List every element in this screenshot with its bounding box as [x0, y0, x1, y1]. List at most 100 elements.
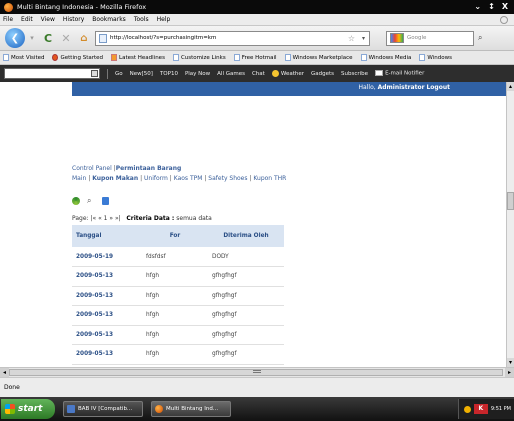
- start-button[interactable]: start: [1, 399, 55, 419]
- bookmarks-toolbar: Most Visited Getting Started Latest Head…: [0, 51, 514, 65]
- forward-dropdown-icon[interactable]: ▾: [27, 33, 37, 43]
- vertical-scroll-thumb[interactable]: [507, 192, 514, 210]
- reload-button[interactable]: C: [41, 32, 55, 45]
- toolbar-search-input[interactable]: [4, 68, 100, 79]
- vertical-scrollbar[interactable]: ▴ ▾: [506, 82, 514, 367]
- menu-file[interactable]: File: [3, 16, 13, 23]
- cell-for: hfgh: [142, 286, 208, 306]
- scroll-down-arrow-icon[interactable]: ▾: [507, 358, 514, 367]
- toolbar-new-button[interactable]: New[50]: [130, 71, 153, 77]
- bookmark-windows-media[interactable]: Windows Media: [360, 54, 411, 61]
- subnav-main[interactable]: Main: [72, 175, 86, 182]
- system-tray: K 9:51 PM: [458, 399, 514, 419]
- menu-edit[interactable]: Edit: [21, 16, 33, 23]
- browser-window: Multi Bintang Indonesia - Mozilla Firefo…: [0, 0, 514, 421]
- bookmark-free-hotmail[interactable]: Free Hotmail: [233, 54, 277, 61]
- home-button[interactable]: ⌂: [77, 33, 91, 44]
- refresh-icon[interactable]: [72, 197, 80, 205]
- page-navigator[interactable]: |« « 1 » »|: [90, 215, 120, 222]
- page-header: Hallo, Administrator Logout: [0, 82, 506, 96]
- breadcrumb-control-panel[interactable]: Control Panel: [72, 165, 112, 172]
- toolbar-search-dropdown-icon[interactable]: [91, 70, 98, 77]
- bookmark-customize-links[interactable]: Customize Links: [172, 54, 226, 61]
- window-title: Multi Bintang Indonesia - Mozilla Firefo…: [17, 3, 147, 11]
- table-header-row: Tanggal For Diterima Oleh: [72, 225, 284, 248]
- column-header-tanggal[interactable]: Tanggal: [72, 225, 142, 248]
- toolbar-all-games-button[interactable]: All Games: [217, 71, 245, 77]
- toolbar-subscribe-button[interactable]: Subscribe: [341, 71, 368, 77]
- bookmark-latest-headlines[interactable]: Latest Headlines: [111, 54, 165, 61]
- page-navigation: Control Panel |Permintaan Barang Main | …: [72, 164, 286, 184]
- table-row[interactable]: 2009-05-19 fdsfdsf DODY: [72, 247, 284, 267]
- logout-link[interactable]: Logout: [426, 84, 450, 91]
- bookmark-most-visited[interactable]: Most Visited: [3, 54, 44, 61]
- column-header-diterima-oleh[interactable]: Diterima Oleh: [208, 225, 284, 248]
- title-bar: Multi Bintang Indonesia - Mozilla Firefo…: [0, 0, 514, 14]
- page-viewport: Hallo, Administrator Logout Control Pane…: [0, 82, 506, 367]
- cell-diterima-oleh: gfhgfhgf: [208, 266, 284, 287]
- toolbar-go-button[interactable]: Go: [115, 71, 123, 77]
- bookmark-icon: [360, 54, 367, 61]
- menu-bar: File Edit View History Bookmarks Tools H…: [0, 14, 514, 26]
- toolbar-email-notifier-button[interactable]: E-mail Notifier: [375, 70, 424, 77]
- table-row[interactable]: 2009-05-13 hfgh gfhgfhgf: [72, 305, 284, 326]
- taskbar-item-firefox[interactable]: Multi Bintang Ind...: [151, 401, 231, 417]
- bookmark-icon: [233, 54, 240, 61]
- stop-button[interactable]: ✕: [59, 32, 73, 45]
- table-row[interactable]: 2009-05-13 hfgh gfhgfhgf: [72, 266, 284, 287]
- subnav-kupon-makan[interactable]: Kupon Makan: [92, 175, 138, 182]
- menu-help[interactable]: Help: [157, 16, 171, 23]
- cell-diterima-oleh: gfhgfhgf: [208, 325, 284, 345]
- tray-status-icon[interactable]: [463, 405, 471, 413]
- bookmark-star-icon[interactable]: ☆: [348, 34, 355, 43]
- toolbar-top10-button[interactable]: TOP10: [160, 71, 178, 77]
- print-icon[interactable]: [102, 197, 109, 205]
- menu-tools[interactable]: Tools: [134, 16, 149, 23]
- envelope-icon: [375, 70, 384, 77]
- menu-bookmarks[interactable]: Bookmarks: [92, 16, 126, 23]
- kaspersky-icon[interactable]: K: [473, 404, 488, 414]
- search-icon[interactable]: ⌕: [87, 197, 95, 205]
- back-button[interactable]: ❮: [5, 28, 25, 48]
- cell-tanggal: 2009-05-13: [72, 325, 142, 345]
- taskbar-item-word[interactable]: BAB IV [Compatib...: [63, 401, 143, 417]
- menu-view[interactable]: View: [41, 16, 55, 23]
- search-magnifier-icon[interactable]: ⌕: [478, 33, 482, 43]
- criteria-value: semua data: [176, 215, 212, 222]
- subnav-safety-shoes[interactable]: Safety Shoes: [208, 175, 247, 182]
- table-row[interactable]: 2009-05-13 hfgh gfhgfhgf: [72, 325, 284, 345]
- table-row[interactable]: 2009-05-13 hfgh gfhgfhgf: [72, 286, 284, 306]
- toolbar-gadgets-button[interactable]: Gadgets: [311, 71, 334, 77]
- toolbar-weather-button[interactable]: Weather: [271, 70, 304, 77]
- scroll-left-arrow-icon[interactable]: ◂: [0, 368, 9, 377]
- maximize-button[interactable]: ↕: [488, 2, 495, 11]
- custom-toolbar: Go New[50] TOP10 Play Now All Games Chat…: [0, 65, 514, 82]
- close-button[interactable]: X: [502, 2, 508, 11]
- google-engine-icon[interactable]: [390, 33, 404, 43]
- cell-for: hfgh: [142, 266, 208, 287]
- sun-icon: [271, 70, 279, 77]
- horizontal-scrollbar[interactable]: ◂ ▸: [0, 367, 514, 377]
- bookmark-windows[interactable]: Windows: [419, 54, 452, 61]
- table-row[interactable]: 2009-05-13 hfgh gfhgfhgf: [72, 344, 284, 365]
- bookmark-getting-started[interactable]: Getting Started: [52, 54, 103, 61]
- column-header-for[interactable]: For: [142, 225, 208, 248]
- search-bar[interactable]: Google: [386, 30, 474, 46]
- scroll-right-arrow-icon[interactable]: ▸: [505, 368, 514, 377]
- bookmark-windows-marketplace[interactable]: Windows Marketplace: [284, 54, 353, 61]
- toolbar-chat-button[interactable]: Chat: [252, 71, 265, 77]
- toolbar-play-now-button[interactable]: Play Now: [185, 71, 210, 77]
- subnav-kaos-tpm[interactable]: Kaos TPM: [174, 175, 203, 182]
- subnav-kupon-thr[interactable]: Kupon THR: [253, 175, 286, 182]
- breadcrumb-permintaan-barang[interactable]: Permintaan Barang: [116, 165, 182, 172]
- menu-history[interactable]: History: [63, 16, 84, 23]
- minimize-button[interactable]: ⌄: [474, 2, 481, 11]
- subnav-uniform[interactable]: Uniform: [144, 175, 168, 182]
- url-bar[interactable]: http://localhost/?s=purchasingitm=km ☆ ▾: [95, 30, 370, 46]
- clock[interactable]: 9:51 PM: [491, 406, 511, 412]
- taskbar: start BAB IV [Compatib... Multi Bintang …: [0, 397, 514, 421]
- url-dropdown-icon[interactable]: ▾: [362, 35, 365, 42]
- cell-tanggal: 2009-05-13: [72, 266, 142, 287]
- scroll-up-arrow-icon[interactable]: ▴: [507, 82, 514, 91]
- cell-for: fdsfdsf: [142, 247, 208, 267]
